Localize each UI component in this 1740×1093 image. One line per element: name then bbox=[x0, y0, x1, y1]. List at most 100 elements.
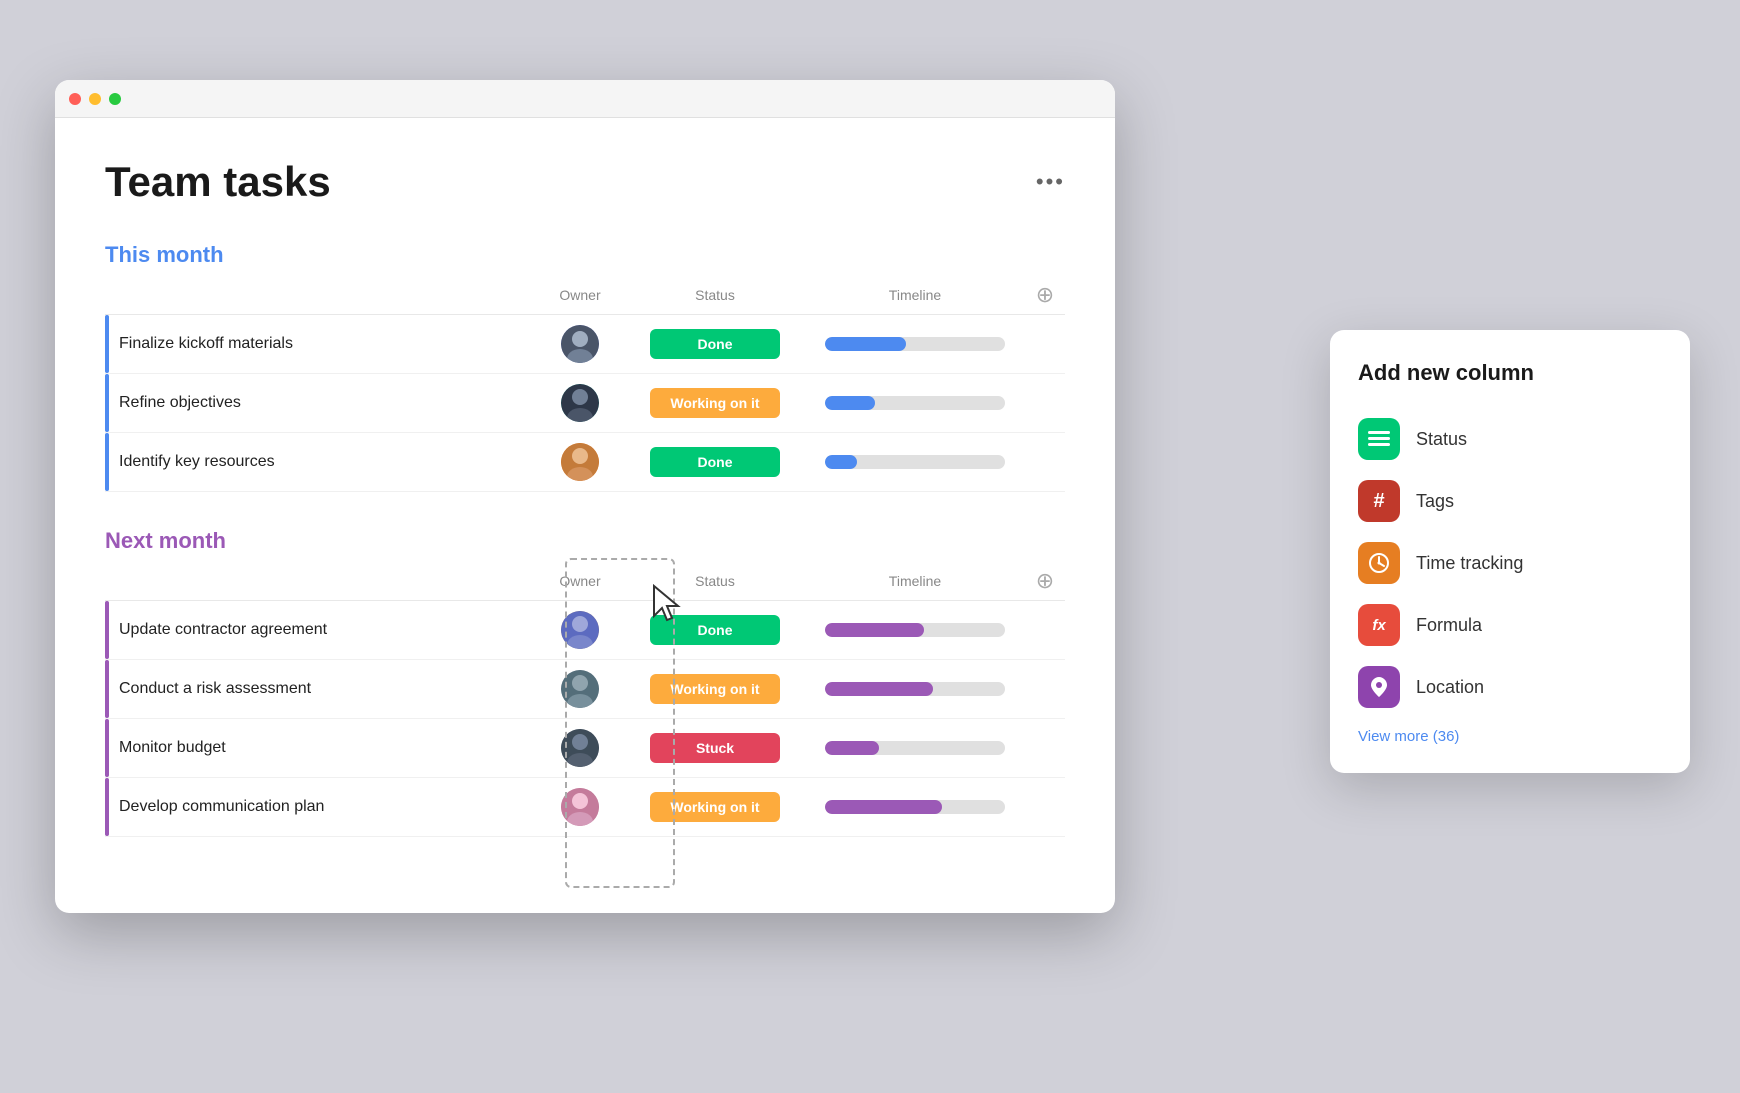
status-badge: Done bbox=[625, 329, 805, 359]
status-option-label: Status bbox=[1416, 429, 1467, 450]
formula-option-label: Formula bbox=[1416, 615, 1482, 636]
window-content: Team tasks ••• This month Owner Status T… bbox=[55, 118, 1115, 913]
timeline-bar bbox=[825, 337, 1005, 351]
timeline-col bbox=[805, 682, 1025, 696]
task-name: Develop communication plan bbox=[105, 798, 535, 816]
status-stuck: Stuck bbox=[650, 733, 780, 763]
avatar bbox=[561, 788, 599, 826]
column-option-status[interactable]: Status bbox=[1358, 408, 1662, 470]
add-column-button-next-month[interactable]: ⊕ bbox=[1036, 568, 1054, 593]
status-col-header-nm: Status bbox=[625, 573, 805, 589]
owner-avatar bbox=[535, 670, 625, 708]
traffic-lights bbox=[69, 93, 121, 105]
status-badge: Working on it bbox=[625, 674, 805, 704]
owner-avatar bbox=[535, 384, 625, 422]
add-column-popup: Add new column Status # Tags Time tracki… bbox=[1330, 330, 1690, 773]
task-name: Refine objectives bbox=[105, 394, 535, 412]
owner-avatar bbox=[535, 611, 625, 649]
timeline-col bbox=[805, 455, 1025, 469]
task-name: Finalize kickoff materials bbox=[105, 335, 535, 353]
time-tracking-option-label: Time tracking bbox=[1416, 553, 1523, 574]
timeline-bar bbox=[825, 396, 1005, 410]
avatar bbox=[561, 443, 599, 481]
status-working: Working on it bbox=[650, 674, 780, 704]
location-option-label: Location bbox=[1416, 677, 1484, 698]
next-month-section: Next month Owner Status Timeline ⊕ bbox=[105, 528, 1065, 837]
status-done: Done bbox=[650, 615, 780, 645]
table-row: Update contractor agreement Done bbox=[105, 601, 1065, 660]
view-more-link[interactable]: View more (36) bbox=[1358, 728, 1662, 745]
popup-title: Add new column bbox=[1358, 360, 1662, 386]
column-option-time-tracking[interactable]: Time tracking bbox=[1358, 532, 1662, 594]
timeline-bar bbox=[825, 800, 1005, 814]
owner-avatar bbox=[535, 729, 625, 767]
status-working: Working on it bbox=[650, 792, 780, 822]
next-month-table-header: Owner Status Timeline ⊕ bbox=[105, 568, 1065, 601]
timeline-col bbox=[805, 800, 1025, 814]
table-row: Conduct a risk assessment Working on it bbox=[105, 660, 1065, 719]
timeline-bar bbox=[825, 741, 1005, 755]
this-month-heading: This month bbox=[105, 242, 1065, 268]
status-badge: Working on it bbox=[625, 792, 805, 822]
owner-col-header: Owner bbox=[535, 287, 625, 303]
status-badge: Stuck bbox=[625, 733, 805, 763]
minimize-button[interactable] bbox=[89, 93, 101, 105]
formula-icon: fx bbox=[1358, 604, 1400, 646]
avatar bbox=[561, 611, 599, 649]
next-month-heading: Next month bbox=[105, 528, 1065, 554]
location-icon bbox=[1358, 666, 1400, 708]
more-options-button[interactable]: ••• bbox=[1036, 169, 1065, 195]
status-working: Working on it bbox=[650, 388, 780, 418]
task-name: Monitor budget bbox=[105, 739, 535, 757]
table-row: Finalize kickoff materials Done bbox=[105, 315, 1065, 374]
time-tracking-icon bbox=[1358, 542, 1400, 584]
status-badge: Done bbox=[625, 615, 805, 645]
avatar bbox=[561, 384, 599, 422]
timeline-fill bbox=[825, 800, 942, 814]
tags-icon: # bbox=[1358, 480, 1400, 522]
window-chrome bbox=[55, 80, 1115, 118]
avatar bbox=[561, 670, 599, 708]
timeline-bar bbox=[825, 682, 1005, 696]
table-row: Refine objectives Working on it bbox=[105, 374, 1065, 433]
close-button[interactable] bbox=[69, 93, 81, 105]
timeline-col-header-nm: Timeline bbox=[805, 573, 1025, 589]
timeline-col bbox=[805, 337, 1025, 351]
status-badge: Done bbox=[625, 447, 805, 477]
timeline-fill bbox=[825, 337, 906, 351]
timeline-bar bbox=[825, 623, 1005, 637]
owner-col-header-nm: Owner bbox=[535, 573, 625, 589]
status-col-header: Status bbox=[625, 287, 805, 303]
owner-avatar bbox=[535, 788, 625, 826]
avatar bbox=[561, 325, 599, 363]
timeline-bar bbox=[825, 455, 1005, 469]
timeline-fill bbox=[825, 396, 875, 410]
status-icon bbox=[1358, 418, 1400, 460]
maximize-button[interactable] bbox=[109, 93, 121, 105]
status-badge: Working on it bbox=[625, 388, 805, 418]
task-name: Identify key resources bbox=[105, 453, 535, 471]
timeline-fill bbox=[825, 682, 933, 696]
status-done: Done bbox=[650, 447, 780, 477]
owner-avatar bbox=[535, 325, 625, 363]
owner-avatar bbox=[535, 443, 625, 481]
avatar bbox=[561, 729, 599, 767]
table-row: Identify key resources Done bbox=[105, 433, 1065, 492]
page-header: Team tasks ••• bbox=[105, 158, 1065, 206]
task-name: Update contractor agreement bbox=[105, 621, 535, 639]
timeline-col bbox=[805, 623, 1025, 637]
column-option-tags[interactable]: # Tags bbox=[1358, 470, 1662, 532]
column-option-formula[interactable]: fx Formula bbox=[1358, 594, 1662, 656]
timeline-fill bbox=[825, 623, 924, 637]
table-row: Monitor budget Stuck bbox=[105, 719, 1065, 778]
timeline-fill bbox=[825, 741, 879, 755]
status-done: Done bbox=[650, 329, 780, 359]
timeline-fill bbox=[825, 455, 857, 469]
main-window: Team tasks ••• This month Owner Status T… bbox=[55, 80, 1115, 913]
task-name: Conduct a risk assessment bbox=[105, 680, 535, 698]
table-row: Develop communication plan Working on it bbox=[105, 778, 1065, 837]
add-column-button-this-month[interactable]: ⊕ bbox=[1036, 282, 1054, 307]
timeline-col-header: Timeline bbox=[805, 287, 1025, 303]
tags-option-label: Tags bbox=[1416, 491, 1454, 512]
column-option-location[interactable]: Location bbox=[1358, 656, 1662, 718]
